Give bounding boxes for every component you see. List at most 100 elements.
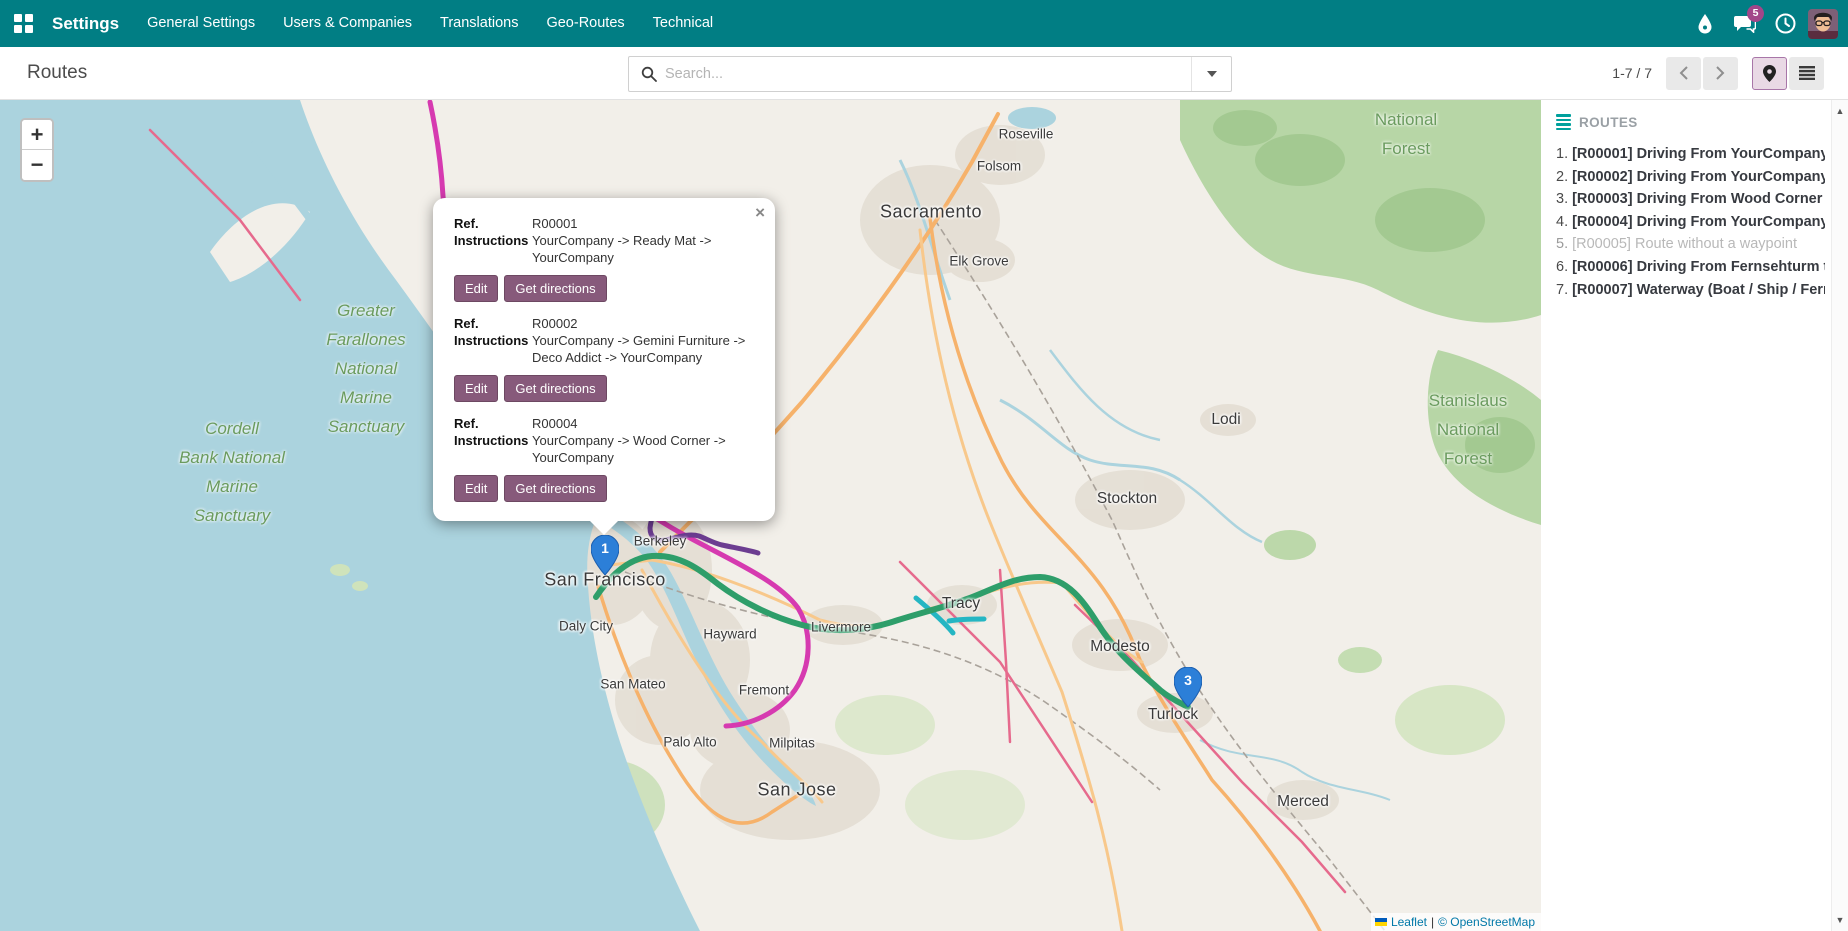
zoom-in-button[interactable]: + xyxy=(22,120,52,150)
marker-number: 3 xyxy=(1174,672,1202,688)
instructions-label: Instructions xyxy=(454,432,532,466)
route-list-item[interactable]: 5.[R00005] Route without a waypoint xyxy=(1556,233,1825,256)
search-filters-toggle[interactable] xyxy=(1191,57,1231,91)
route-list-item[interactable]: 6.[R00006] Driving From Fernsehturm t... xyxy=(1556,256,1825,279)
route-list-item[interactable]: 1.[R00001] Driving From YourCompany ... xyxy=(1556,143,1825,166)
route-list-item[interactable]: 4.[R00004] Driving From YourCompany ... xyxy=(1556,211,1825,234)
control-panel-right: 1-7 / 7 xyxy=(1612,57,1848,90)
popup-row: Ref.R00002 xyxy=(454,315,755,332)
apps-menu-icon[interactable] xyxy=(0,0,46,47)
droplet-icon[interactable] xyxy=(1688,0,1722,47)
app-name[interactable]: Settings xyxy=(52,14,119,34)
search-input[interactable] xyxy=(665,66,1191,82)
window-scrollbar[interactable]: ▲ ▼ xyxy=(1831,100,1848,931)
pager-next-button[interactable] xyxy=(1703,57,1738,90)
messages-icon[interactable]: 5 xyxy=(1728,0,1762,47)
edit-button[interactable]: Edit xyxy=(454,475,498,502)
instructions-label: Instructions xyxy=(454,332,532,366)
popup-route-entry: Ref.R00002InstructionsYourCompany -> Gem… xyxy=(454,315,755,402)
chevron-right-icon xyxy=(1716,66,1725,80)
get-directions-button[interactable]: Get directions xyxy=(504,375,606,402)
zoom-out-button[interactable]: − xyxy=(22,150,52,180)
avatar-image xyxy=(1808,9,1838,39)
route-cyan-stub[interactable] xyxy=(949,619,984,621)
popup-row: InstructionsYourCompany -> Ready Mat -> … xyxy=(454,232,755,266)
routes-list: 1.[R00001] Driving From YourCompany ...2… xyxy=(1556,143,1825,301)
ref-value: R00001 xyxy=(532,215,755,232)
osm-link[interactable]: © OpenStreetMap xyxy=(1438,915,1535,929)
scroll-up-icon[interactable]: ▲ xyxy=(1832,106,1848,116)
page-title[interactable]: Routes xyxy=(27,62,87,84)
top-navbar: Settings General SettingsUsers & Compani… xyxy=(0,0,1848,47)
scroll-down-icon[interactable]: ▼ xyxy=(1832,915,1848,925)
grid-icon xyxy=(14,14,33,33)
navbar-menus: General SettingsUsers & CompaniesTransla… xyxy=(133,0,727,47)
route-item-label: [R00005] Route without a waypoint xyxy=(1572,236,1797,252)
ref-value: R00002 xyxy=(532,315,755,332)
pager-counter: 1-7 / 7 xyxy=(1612,65,1652,81)
popup-close-icon[interactable]: × xyxy=(755,203,765,223)
get-directions-button[interactable]: Get directions xyxy=(504,275,606,302)
popup-route-entry: Ref.R00004InstructionsYourCompany -> Woo… xyxy=(454,415,755,502)
popup-row: Ref.R00001 xyxy=(454,215,755,232)
popup-buttons: EditGet directions xyxy=(454,475,755,502)
menu-technical[interactable]: Technical xyxy=(639,0,727,47)
instructions-label: Instructions xyxy=(454,232,532,266)
menu-users-companies[interactable]: Users & Companies xyxy=(269,0,426,47)
list-icon xyxy=(1799,66,1815,80)
popup-route-entry: Ref.R00001InstructionsYourCompany -> Rea… xyxy=(454,215,755,302)
instructions-value: YourCompany -> Ready Mat -> YourCompany xyxy=(532,232,755,266)
routes-sidebar: ROUTES 1.[R00001] Driving From YourCompa… xyxy=(1541,100,1831,931)
chevron-down-icon xyxy=(1207,71,1217,77)
edit-button[interactable]: Edit xyxy=(454,375,498,402)
route-item-number: 2. xyxy=(1556,169,1568,185)
route-item-number: 6. xyxy=(1556,259,1568,275)
leaflet-link[interactable]: Leaflet xyxy=(1391,915,1427,929)
route-item-label: [R00003] Driving From Wood Corner t... xyxy=(1572,191,1825,207)
route-popup: × Ref.R00001InstructionsYourCompany -> R… xyxy=(433,198,775,521)
menu-translations[interactable]: Translations xyxy=(426,0,532,47)
pager-buttons xyxy=(1666,57,1738,90)
popup-row: InstructionsYourCompany -> Wood Corner -… xyxy=(454,432,755,466)
route-item-number: 1. xyxy=(1556,146,1568,162)
route-item-number: 4. xyxy=(1556,214,1568,230)
activities-clock-icon[interactable] xyxy=(1768,0,1802,47)
menu-geo-routes[interactable]: Geo-Routes xyxy=(532,0,638,47)
route-item-label: [R00004] Driving From YourCompany ... xyxy=(1572,214,1825,230)
route-item-number: 5. xyxy=(1556,236,1568,252)
map-marker-1[interactable]: 1 xyxy=(591,535,619,575)
route-item-number: 3. xyxy=(1556,191,1568,207)
routes-panel-header: ROUTES xyxy=(1556,114,1825,130)
search-box xyxy=(628,56,1232,92)
popup-row: InstructionsYourCompany -> Gemini Furnit… xyxy=(454,332,755,366)
route-list-item[interactable]: 3.[R00003] Driving From Wood Corner t... xyxy=(1556,188,1825,211)
attribution-divider: | xyxy=(1431,915,1434,929)
list-bars-icon xyxy=(1556,114,1571,130)
route-item-number: 7. xyxy=(1556,282,1568,298)
pager-previous-button[interactable] xyxy=(1666,57,1701,90)
instructions-value: YourCompany -> Gemini Furniture -> Deco … xyxy=(532,332,755,366)
route-item-label: [R00006] Driving From Fernsehturm t... xyxy=(1572,259,1825,275)
route-list-item[interactable]: 7.[R00007] Waterway (Boat / Ship / Ferr.… xyxy=(1556,279,1825,302)
chevron-left-icon xyxy=(1679,66,1688,80)
get-directions-button[interactable]: Get directions xyxy=(504,475,606,502)
marker-number: 1 xyxy=(591,540,619,556)
route-item-label: [R00007] Waterway (Boat / Ship / Ferr... xyxy=(1572,282,1825,298)
map-attribution: Leaflet | © OpenStreetMap xyxy=(1371,913,1541,931)
menu-general-settings[interactable]: General Settings xyxy=(133,0,269,47)
navbar-systray: 5 xyxy=(1688,0,1848,47)
route-list-item[interactable]: 2.[R00002] Driving From YourCompany ... xyxy=(1556,166,1825,189)
map-view-button[interactable] xyxy=(1752,57,1787,90)
list-view-button[interactable] xyxy=(1789,57,1824,90)
message-count-badge: 5 xyxy=(1747,5,1764,22)
edit-button[interactable]: Edit xyxy=(454,275,498,302)
map-marker-3[interactable]: 3 xyxy=(1174,667,1202,707)
ref-label: Ref. xyxy=(454,315,532,332)
popup-buttons: EditGet directions xyxy=(454,275,755,302)
routes-panel-title: ROUTES xyxy=(1579,115,1638,130)
popup-row: Ref.R00004 xyxy=(454,415,755,432)
user-avatar[interactable] xyxy=(1808,9,1838,39)
popup-buttons: EditGet directions xyxy=(454,375,755,402)
ref-value: R00004 xyxy=(532,415,755,432)
map-canvas[interactable]: RosevilleFolsomSacramentoElk GroveLodiSt… xyxy=(0,100,1541,931)
